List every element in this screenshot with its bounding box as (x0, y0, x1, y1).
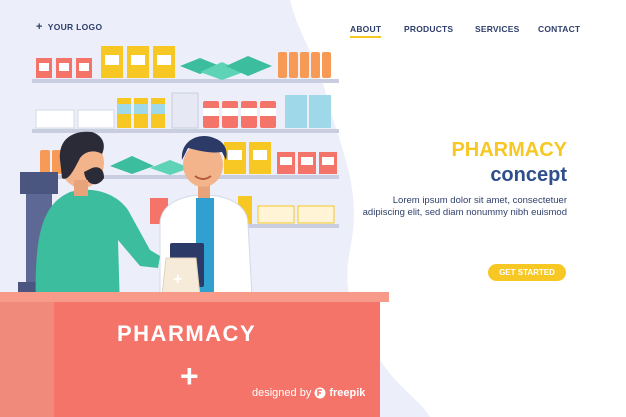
credit-brand: freepik (329, 387, 366, 399)
shelf-products-top (36, 46, 331, 80)
designer-credit[interactable]: designed by freepik (252, 387, 365, 399)
credit-prefix: designed by (252, 387, 312, 399)
hero-description: Lorem ipsum dolor sit amet, consectetuer… (362, 195, 567, 218)
freepik-logo-icon (314, 387, 326, 399)
bag-cross: + (173, 271, 182, 288)
hero-title-line1: PHARMACY (451, 139, 567, 161)
get-started-button[interactable]: GET STARTED (488, 264, 566, 281)
landing-page: + YOUR LOGO ABOUT PRODUCTS SERVICES CONT… (0, 0, 626, 417)
counter-cross-icon: + (180, 358, 199, 394)
counter-sign: PHARMACY (117, 321, 257, 346)
paper-bag: + (161, 257, 201, 297)
shelf-products-middle (35, 92, 331, 129)
hero-title-line2: concept (490, 164, 567, 186)
